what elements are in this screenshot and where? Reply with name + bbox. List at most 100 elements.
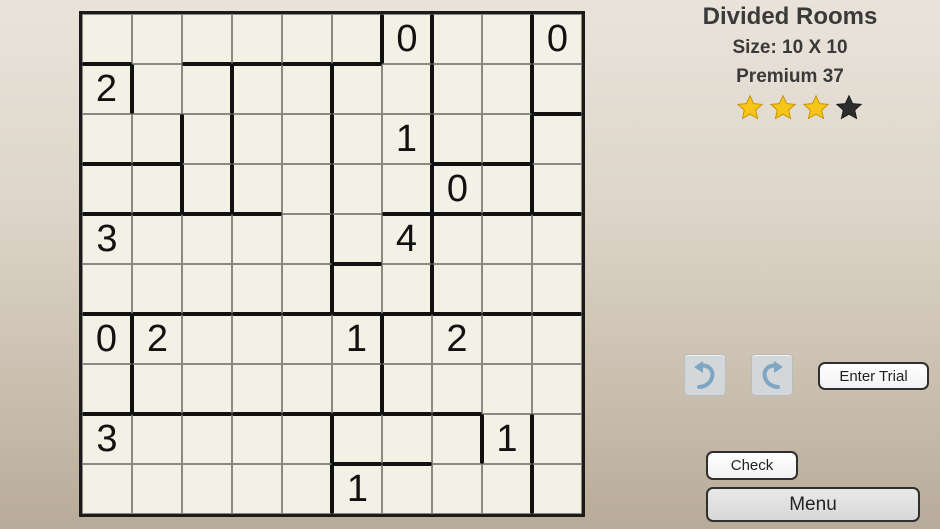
grid-cell[interactable]	[82, 364, 132, 414]
grid-cell[interactable]: 1	[332, 464, 382, 514]
grid-cell[interactable]	[332, 114, 382, 164]
grid-cell[interactable]: 1	[482, 414, 532, 464]
grid-cell[interactable]	[182, 164, 232, 214]
grid-cell[interactable]: 4	[382, 214, 432, 264]
grid-cell[interactable]	[282, 414, 332, 464]
grid-cell[interactable]	[482, 114, 532, 164]
grid-cell[interactable]	[82, 164, 132, 214]
grid-cell[interactable]	[182, 314, 232, 364]
grid-cell[interactable]	[132, 364, 182, 414]
grid-cell[interactable]	[82, 114, 132, 164]
grid-cell[interactable]	[282, 464, 332, 514]
grid-cell[interactable]	[132, 114, 182, 164]
grid-cell[interactable]	[382, 414, 432, 464]
grid-cell[interactable]	[232, 464, 282, 514]
grid-cell[interactable]	[432, 264, 482, 314]
grid-cell[interactable]	[232, 314, 282, 364]
grid-cell[interactable]	[132, 264, 182, 314]
grid-cell[interactable]	[182, 414, 232, 464]
grid-cell[interactable]: 2	[432, 314, 482, 364]
grid-cell[interactable]	[532, 414, 582, 464]
grid-cell[interactable]	[332, 414, 382, 464]
grid-cell[interactable]	[82, 464, 132, 514]
grid-cell[interactable]	[482, 364, 532, 414]
grid-cell[interactable]	[532, 214, 582, 264]
grid-cell[interactable]	[482, 14, 532, 64]
grid-cell[interactable]	[432, 214, 482, 264]
grid-cell[interactable]	[482, 164, 532, 214]
grid-cell[interactable]	[282, 14, 332, 64]
grid-cell[interactable]	[282, 64, 332, 114]
grid-cell[interactable]: 2	[132, 314, 182, 364]
redo-button[interactable]	[751, 354, 793, 396]
grid-cell[interactable]	[182, 64, 232, 114]
grid-cell[interactable]	[82, 264, 132, 314]
grid-cell[interactable]	[232, 64, 282, 114]
grid-cell[interactable]	[182, 214, 232, 264]
enter-trial-button[interactable]: Enter Trial	[818, 362, 929, 390]
check-button[interactable]: Check	[706, 451, 798, 480]
grid-cell[interactable]	[432, 464, 482, 514]
grid-cell[interactable]	[232, 264, 282, 314]
grid-cell[interactable]: 1	[382, 114, 432, 164]
grid-cell[interactable]	[182, 464, 232, 514]
grid-cell[interactable]	[432, 364, 482, 414]
grid-cell[interactable]	[132, 64, 182, 114]
grid-cell[interactable]	[332, 214, 382, 264]
grid-cell[interactable]	[282, 164, 332, 214]
grid-cell[interactable]	[482, 464, 532, 514]
grid-cell[interactable]	[232, 14, 282, 64]
grid-cell[interactable]	[182, 14, 232, 64]
grid-cell[interactable]	[282, 214, 332, 264]
grid-cell[interactable]	[432, 114, 482, 164]
grid-cell[interactable]	[132, 464, 182, 514]
grid-cell[interactable]	[182, 114, 232, 164]
grid-cell[interactable]	[132, 14, 182, 64]
grid-cell[interactable]	[482, 64, 532, 114]
grid-cell[interactable]	[332, 14, 382, 64]
grid-cell[interactable]	[532, 64, 582, 114]
grid-cell[interactable]	[332, 364, 382, 414]
grid-cell[interactable]	[132, 214, 182, 264]
grid-cell[interactable]	[382, 64, 432, 114]
grid-cell[interactable]	[382, 264, 432, 314]
grid-cell[interactable]	[282, 264, 332, 314]
grid-cell[interactable]	[482, 264, 532, 314]
grid-cell[interactable]: 0	[82, 314, 132, 364]
grid-cell[interactable]	[432, 414, 482, 464]
grid-cell[interactable]	[532, 164, 582, 214]
grid-cell[interactable]: 0	[532, 14, 582, 64]
grid-cell[interactable]	[382, 164, 432, 214]
grid-cell[interactable]: 0	[432, 164, 482, 214]
grid-cell[interactable]	[132, 414, 182, 464]
grid-cell[interactable]	[182, 264, 232, 314]
grid-cell[interactable]	[532, 464, 582, 514]
grid-cell[interactable]	[332, 64, 382, 114]
grid-cell[interactable]	[232, 414, 282, 464]
grid-cell[interactable]	[382, 464, 432, 514]
grid-cell[interactable]: 3	[82, 214, 132, 264]
grid-cell[interactable]	[232, 164, 282, 214]
grid-cell[interactable]	[282, 314, 332, 364]
grid-cell[interactable]	[532, 314, 582, 364]
grid-cell[interactable]	[382, 314, 432, 364]
grid-cell[interactable]	[282, 364, 332, 414]
grid-cell[interactable]	[482, 314, 532, 364]
grid-cell[interactable]	[132, 164, 182, 214]
grid-cell[interactable]	[332, 164, 382, 214]
grid-cell[interactable]	[482, 214, 532, 264]
grid-cell[interactable]: 0	[382, 14, 432, 64]
grid-cell[interactable]	[82, 14, 132, 64]
grid-cell[interactable]	[232, 364, 282, 414]
grid-cell[interactable]	[432, 14, 482, 64]
undo-button[interactable]	[684, 354, 726, 396]
grid-cell[interactable]: 1	[332, 314, 382, 364]
grid-cell[interactable]	[532, 114, 582, 164]
grid-cell[interactable]: 2	[82, 64, 132, 114]
grid-cell[interactable]	[232, 214, 282, 264]
menu-button[interactable]: Menu	[706, 487, 920, 522]
grid-cell[interactable]	[532, 364, 582, 414]
grid-cell[interactable]	[182, 364, 232, 414]
grid-cell[interactable]	[382, 364, 432, 414]
grid-cell[interactable]	[282, 114, 332, 164]
